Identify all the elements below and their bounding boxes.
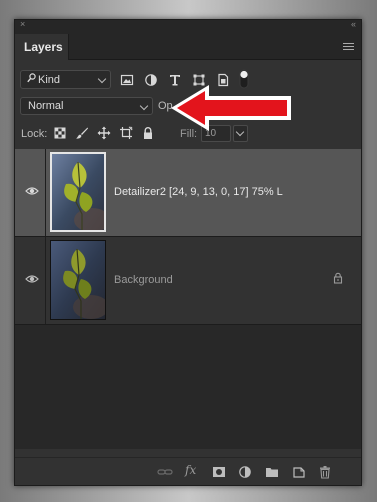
layer-row-background[interactable]: Background (15, 237, 361, 325)
layers-footer: fx (15, 457, 361, 485)
collapse-icon[interactable]: ‹‹ (351, 19, 356, 29)
layer-thumbnail[interactable] (50, 240, 106, 320)
chevron-down-icon (139, 101, 149, 111)
group-icon[interactable] (265, 465, 279, 479)
search-icon (27, 73, 36, 86)
chevron-down-icon (97, 74, 107, 84)
lock-label: Lock: (21, 128, 48, 140)
panel-menu-icon[interactable] (343, 43, 354, 51)
layers-list: Detailizer2 [24, 9, 13, 0, 17] 75% L Bac… (15, 149, 361, 449)
lock-all-icon[interactable] (141, 126, 157, 142)
adjustment-icon[interactable] (238, 465, 252, 479)
layer-name[interactable]: Background (114, 274, 173, 286)
layer-lock-icon[interactable] (333, 272, 343, 284)
tab-layers[interactable]: Layers (15, 34, 69, 60)
trash-icon[interactable] (318, 465, 332, 479)
lock-position-icon[interactable] (97, 126, 113, 142)
panel-title-strip: × ‹‹ (15, 19, 361, 30)
red-arrow-annotation (171, 85, 291, 131)
link-icon[interactable] (157, 465, 173, 479)
mask-icon[interactable] (212, 465, 226, 479)
filter-kind-label: Kind (38, 74, 61, 86)
pixel-filter-icon[interactable] (120, 73, 134, 87)
lock-image-icon[interactable] (75, 126, 91, 142)
visibility-divider (45, 149, 46, 236)
visibility-divider (45, 237, 46, 324)
blend-mode-label: Normal (28, 100, 64, 112)
layer-name[interactable]: Detailizer2 [24, 9, 13, 0, 17] 75% L (114, 186, 283, 198)
blend-mode-select[interactable]: Normal (20, 97, 153, 115)
lock-artboard-icon[interactable] (119, 126, 135, 142)
layer-thumbnail[interactable] (50, 152, 106, 232)
fx-icon[interactable]: fx (185, 463, 199, 477)
close-icon[interactable]: × (20, 19, 25, 29)
adjustment-filter-icon[interactable] (144, 73, 158, 87)
layer-row-detailizer[interactable]: Detailizer2 [24, 9, 13, 0, 17] 75% L (15, 149, 361, 237)
visibility-eye-icon[interactable] (25, 186, 39, 196)
filter-kind-select[interactable]: Kind (20, 70, 111, 89)
tab-bar: Layers (15, 30, 361, 60)
new-layer-icon[interactable] (292, 465, 306, 479)
lock-transparent-icon[interactable] (53, 126, 69, 142)
visibility-eye-icon[interactable] (25, 274, 39, 284)
